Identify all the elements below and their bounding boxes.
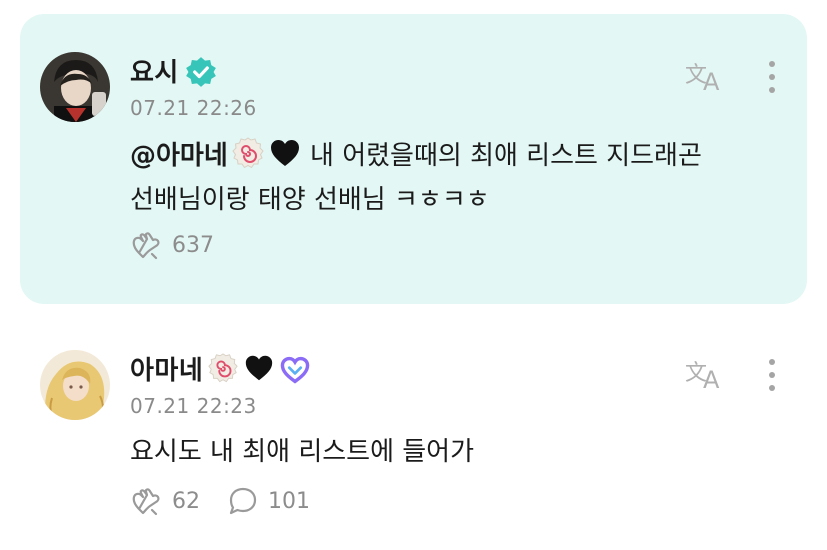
post-author-name[interactable]: 요시 xyxy=(130,52,179,89)
post-body-line-1: @아마네 내 어렸을때의 최애 리스트 지드래곤 xyxy=(130,134,702,178)
reply-stats: 62 101 xyxy=(130,484,336,518)
heart-hands-icon xyxy=(132,232,160,260)
reply-comment-count: 101 xyxy=(268,488,310,514)
post-like-button[interactable]: 637 xyxy=(130,228,214,262)
translate-icon[interactable]: 文 A xyxy=(684,354,728,394)
reply-timestamp: 07.21 22:23 xyxy=(130,394,257,418)
post-like-count: 637 xyxy=(172,232,214,258)
post-body: @아마네 내 어렸을때의 최애 리스트 지드래곤 선배님이랑 태양 선배님 ㅋㅎ… xyxy=(130,134,702,222)
reply-like-button[interactable]: 62 xyxy=(130,484,200,518)
fishcake-emoji-icon xyxy=(207,352,239,384)
comment-bubble-icon xyxy=(229,487,257,515)
post-stats: 637 xyxy=(130,228,240,262)
reply-author-row: 아마네 xyxy=(130,348,310,388)
post-body-line-2: 선배님이랑 태양 선배님 ㅋㅎㅋㅎ xyxy=(130,185,490,215)
black-heart-emoji-icon xyxy=(243,352,275,384)
reply-like-count: 62 xyxy=(172,488,200,514)
reply-comment-button[interactable]: 101 xyxy=(226,484,310,518)
more-vertical-icon[interactable] xyxy=(762,356,782,396)
post-body-text-line-1: 내 어렸을때의 최애 리스트 지드래곤 xyxy=(310,141,702,171)
translate-icon[interactable]: 文 A xyxy=(684,56,728,96)
post-author-avatar[interactable] xyxy=(40,52,110,122)
reply-body: 요시도 내 최애 리스트에 들어가 xyxy=(130,437,475,467)
fan-heart-badge-icon xyxy=(279,354,310,384)
reply-card[interactable]: 아마네 07.21 22:23 文 A 요시도 내 최애 리스트에 들어가 62… xyxy=(20,330,807,540)
post-author-row: 요시 xyxy=(130,50,216,90)
svg-text:A: A xyxy=(703,68,720,96)
reply-author-avatar[interactable] xyxy=(40,350,110,420)
heart-hands-icon xyxy=(132,488,160,516)
svg-text:A: A xyxy=(703,366,720,394)
black-heart-emoji-icon xyxy=(268,136,302,170)
reply-author-name[interactable]: 아마네 xyxy=(130,350,203,387)
fishcake-emoji-icon xyxy=(231,136,265,170)
more-vertical-icon[interactable] xyxy=(762,58,782,98)
post-card-highlighted[interactable]: 요시 07.21 22:26 文 A @아마네 내 어렸을때의 최애 리스트 지… xyxy=(20,14,807,304)
mention-link[interactable]: @아마네 xyxy=(130,141,228,171)
verified-badge-icon xyxy=(185,56,216,87)
post-timestamp: 07.21 22:26 xyxy=(130,96,257,120)
